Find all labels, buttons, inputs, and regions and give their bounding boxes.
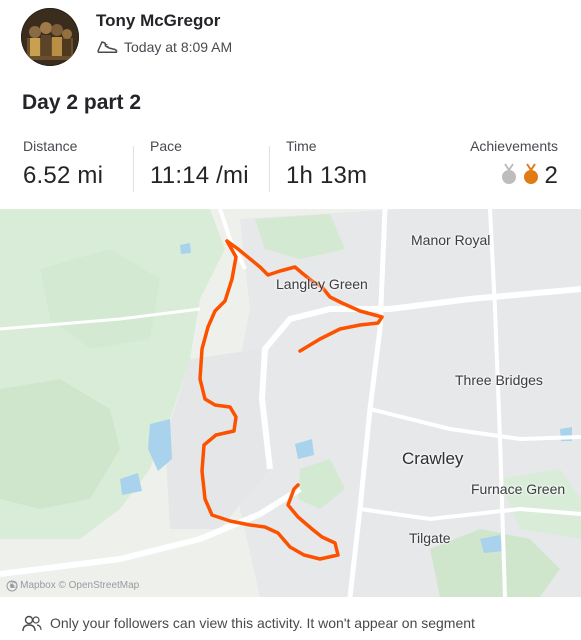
place-tilgate: Tilgate — [409, 530, 451, 546]
activity-timestamp: Today at 8:09 AM — [124, 39, 233, 55]
map-attribution[interactable]: © Mapbox © OpenStreetMap — [6, 580, 140, 592]
privacy-text: Only your followers can view this activi… — [50, 615, 475, 631]
privacy-notice: Only your followers can view this activi… — [0, 605, 581, 640]
attribution-text: © Mapbox © OpenStreetMap — [10, 580, 140, 591]
stat-time: Time 1h 13m — [286, 138, 367, 190]
activity-header: Tony McGregor Today at 8:09 AM — [0, 0, 581, 80]
avatar[interactable] — [21, 8, 79, 66]
followers-icon — [22, 615, 42, 636]
activity-title[interactable]: Day 2 part 2 — [22, 91, 141, 115]
athlete-name[interactable]: Tony McGregor — [96, 11, 220, 31]
place-langley-green: Langley Green — [276, 276, 368, 292]
distance-label: Distance — [23, 138, 78, 154]
place-furnace-green: Furnace Green — [471, 481, 566, 497]
map-canvas — [0, 209, 581, 597]
time-value: 1h 13m — [286, 162, 368, 189]
stat-achievements[interactable]: Achievements 2 — [470, 138, 558, 190]
stat-divider — [133, 146, 134, 192]
stat-distance: Distance 6.52 mi — [23, 138, 103, 190]
stats-row: Distance 6.52 mi Pace 11:14 /mi Time 1h … — [0, 138, 581, 198]
place-manor-royal: Manor Royal — [411, 232, 491, 248]
time-label: Time — [286, 138, 317, 154]
achievements-count: 2 — [544, 162, 558, 189]
pace-value: 11:14 /mi — [150, 162, 249, 189]
pace-label: Pace — [150, 138, 182, 154]
route-map[interactable]: Manor Royal Langley Green Three Bridges … — [0, 209, 581, 597]
stat-pace: Pace 11:14 /mi — [150, 138, 249, 190]
bronze-medal-icon — [522, 162, 540, 190]
stat-divider — [269, 146, 270, 192]
distance-value: 6.52 mi — [23, 162, 104, 189]
activity-meta: Today at 8:09 AM — [96, 39, 232, 55]
shoe-icon — [96, 39, 118, 55]
achievements-label: Achievements — [470, 138, 558, 154]
silver-medal-icon — [500, 162, 518, 190]
place-three-bridges: Three Bridges — [455, 372, 543, 388]
place-crawley: Crawley — [402, 449, 464, 468]
